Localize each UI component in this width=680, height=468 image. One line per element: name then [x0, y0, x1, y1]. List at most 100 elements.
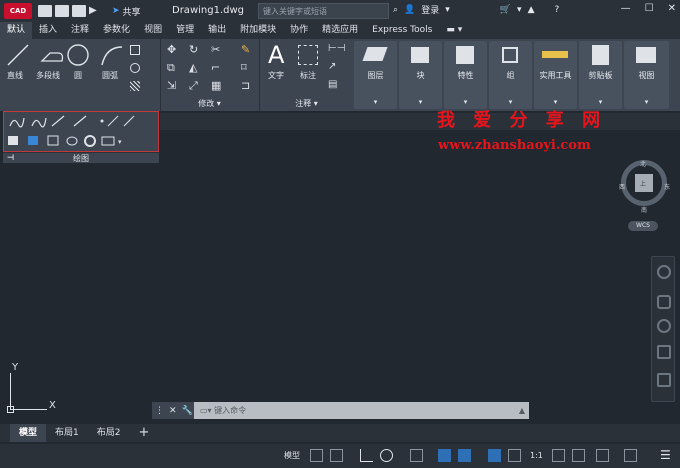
text-icon[interactable]: A — [268, 41, 284, 69]
annotation-scale[interactable]: 1:1 — [530, 451, 543, 460]
tab-model[interactable]: 模型 — [10, 424, 47, 442]
share-button[interactable]: ➤ 共享 — [112, 5, 141, 18]
text-button[interactable]: 文字 — [268, 70, 284, 81]
search-icon[interactable]: ⌕ — [393, 5, 398, 15]
properties-button[interactable]: 特性 ▾ — [444, 41, 487, 109]
table-icon[interactable]: ▤ — [328, 79, 337, 90]
move-icon[interactable]: ✥ — [167, 43, 176, 56]
app-logo[interactable]: CAD — [4, 3, 32, 19]
copy-icon[interactable]: ⧉ — [167, 61, 175, 75]
add-layout-icon[interactable]: + — [129, 424, 158, 442]
auto-scale-icon[interactable] — [508, 449, 521, 462]
viewcube-north[interactable]: 北 — [640, 159, 646, 168]
object-snap-tracking-icon[interactable] — [438, 449, 451, 462]
offset-icon[interactable]: ⊐ — [241, 79, 250, 92]
linear-dim-icon[interactable]: ⊢⊣ — [328, 43, 345, 54]
hatch-icon[interactable] — [130, 81, 140, 91]
tab-collaborate[interactable]: 协作 — [283, 22, 315, 39]
isolate-icon[interactable] — [596, 449, 609, 462]
customize-menu-icon[interactable]: ☰ — [660, 448, 671, 462]
layers-button[interactable]: 图层 ▾ — [354, 41, 397, 109]
command-history-icon[interactable]: ▲ — [519, 402, 525, 419]
object-snap-icon[interactable] — [458, 449, 471, 462]
group-button[interactable]: 组 ▾ — [489, 41, 532, 109]
rectangle-icon[interactable] — [130, 45, 140, 55]
viewcube-west[interactable]: 西 — [619, 182, 625, 191]
zoom-icon[interactable] — [657, 319, 671, 333]
view-button[interactable]: 视图 ▾ — [624, 41, 669, 109]
polar-icon[interactable] — [380, 449, 393, 462]
tab-parametric[interactable]: 参数化 — [96, 22, 137, 39]
tab-annotate[interactable]: 注释 — [64, 22, 96, 39]
clipboard-button[interactable]: 剪贴板 ▾ — [579, 41, 622, 109]
dropdown-icon[interactable]: ▾ — [445, 5, 450, 15]
scale-icon[interactable]: ⤢ — [189, 79, 198, 93]
workspace-icon[interactable] — [572, 449, 585, 462]
showmotion-icon[interactable] — [657, 373, 671, 387]
tab-addins[interactable]: 附加模块 — [233, 22, 283, 39]
tab-layout2[interactable]: 布局2 — [88, 424, 130, 442]
dimension-button[interactable]: 标注 — [300, 70, 316, 81]
leader-icon[interactable]: ↗ — [328, 61, 336, 72]
tab-insert[interactable]: 插入 — [32, 22, 64, 39]
snap-icon[interactable] — [330, 449, 343, 462]
trim-icon[interactable]: ✂ — [211, 43, 220, 56]
model-space-label[interactable]: 模型 — [284, 450, 300, 461]
tab-output[interactable]: 输出 — [201, 22, 233, 39]
modify-panel-title[interactable]: 修改 — [198, 99, 214, 108]
wcs-dropdown[interactable]: WCS — [628, 221, 658, 231]
viewcube-top[interactable]: 上 — [640, 179, 646, 188]
fullscreen-icon[interactable] — [624, 449, 637, 462]
tab-layout1[interactable]: 布局1 — [46, 424, 88, 442]
draw-panel-footer[interactable]: 绘图 ⊣ — [3, 152, 159, 163]
polyline-button[interactable]: 多段线 — [36, 70, 60, 81]
cart-icon[interactable]: 🛒 — [500, 5, 511, 15]
ortho-icon[interactable] — [360, 449, 373, 462]
ellipse-icon[interactable] — [130, 63, 140, 73]
help-icon[interactable]: ? — [554, 5, 559, 15]
dropdown-icon[interactable]: ▾ — [517, 5, 522, 15]
login-label[interactable]: 登录 — [421, 3, 439, 16]
stretch-icon[interactable]: ⇲ — [167, 79, 176, 92]
command-input[interactable]: ▭▾ 键入命令 ▲ — [194, 402, 529, 419]
close-command-icon[interactable]: ✕ — [169, 406, 177, 416]
dimension-icon[interactable] — [298, 45, 318, 65]
user-icon[interactable]: 👤 — [404, 5, 415, 15]
new-file-icon[interactable] — [38, 5, 52, 17]
pan-icon[interactable] — [657, 295, 671, 309]
viewcube-east[interactable]: 东 — [664, 182, 670, 191]
save-icon[interactable] — [72, 5, 86, 17]
forward-icon[interactable]: ▶ — [89, 5, 103, 17]
explode-icon[interactable]: ⌑ — [241, 61, 247, 74]
grid-icon[interactable] — [310, 449, 323, 462]
open-file-icon[interactable] — [55, 5, 69, 17]
grip-icon[interactable]: ⋮ — [155, 406, 164, 416]
isodraft-icon[interactable] — [410, 449, 423, 462]
tab-express-tools[interactable]: Express Tools — [365, 22, 439, 39]
tab-view[interactable]: 视图 — [137, 22, 169, 39]
ribbon-minimize-button[interactable]: ▬ ▾ — [439, 22, 469, 39]
minimize-icon[interactable]: — — [621, 3, 631, 14]
arc-button[interactable]: 圆弧 — [102, 70, 118, 81]
annotation-panel-title[interactable]: 注释 — [295, 99, 311, 108]
wrench-icon[interactable]: 🔧 — [182, 406, 193, 416]
rotate-icon[interactable]: ↻ — [189, 43, 198, 56]
viewcube-south[interactable]: 南 — [641, 205, 647, 214]
orbit-icon[interactable] — [657, 345, 671, 359]
circle-button[interactable]: 圆 — [74, 70, 82, 81]
erase-icon[interactable]: ✎ — [241, 43, 250, 56]
steering-wheel-icon[interactable] — [657, 265, 671, 279]
tab-manage[interactable]: 管理 — [169, 22, 201, 39]
gear-icon[interactable] — [552, 449, 565, 462]
search-input[interactable]: 键入关键字或短语 — [258, 3, 389, 19]
fillet-icon[interactable]: ⌐ — [211, 61, 220, 74]
maximize-icon[interactable]: ☐ — [645, 3, 654, 14]
command-prompt-icon[interactable]: ▭▾ — [200, 406, 212, 415]
triangle-icon[interactable]: ▲ — [528, 5, 535, 15]
tab-default[interactable]: 默认 — [0, 22, 33, 39]
line-button[interactable]: 直线 — [7, 70, 23, 81]
mirror-icon[interactable]: ◭ — [189, 61, 197, 74]
annotation-visibility-icon[interactable] — [488, 449, 501, 462]
pin-icon[interactable]: ⊣ — [7, 153, 14, 162]
tab-featured-apps[interactable]: 精选应用 — [315, 22, 365, 39]
